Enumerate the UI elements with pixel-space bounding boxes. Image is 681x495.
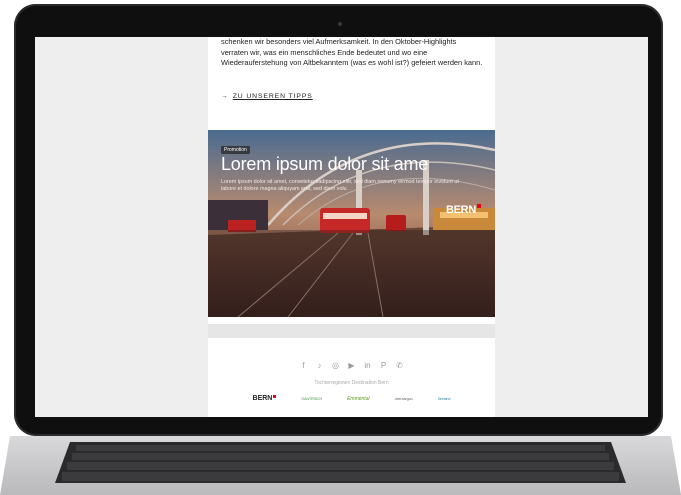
tips-link-label[interactable]: ZU UNSEREN TIPPS [233, 93, 313, 100]
partner-oberaargau-logo[interactable]: oberaargau [395, 397, 413, 401]
instagram-icon[interactable]: ◎ [332, 361, 340, 370]
whatsapp-icon[interactable]: ✆ [396, 361, 404, 370]
laptop-keyboard [0, 436, 681, 495]
newsletter-email: schenken wir besonders viel Aufmerksamke… [208, 37, 495, 417]
laptop-screen: schenken wir besonders viel Aufmerksamke… [35, 37, 648, 417]
pinterest-icon[interactable]: P [380, 361, 388, 370]
footer-note: Tochterregionen Destination Bern [314, 380, 389, 386]
partner-logos: BERN GANTRISCH Emmental oberaargau Seela… [208, 395, 495, 402]
partner-seeland-logo[interactable]: Seeland [438, 397, 451, 401]
arrow-right-icon: → [221, 93, 229, 100]
partner-gantrisch-logo[interactable]: GANTRISCH [301, 397, 322, 401]
tiktok-icon[interactable]: ♪ [316, 361, 324, 370]
social-icons: f ♪ ◎ ▶ in P ✆ [208, 361, 495, 370]
laptop-lid: schenken wir besonders viel Aufmerksamke… [14, 4, 663, 436]
youtube-icon[interactable]: ▶ [348, 361, 356, 370]
intro-paragraph: schenken wir besonders viel Aufmerksamke… [221, 37, 483, 68]
promo-body: Lorem ipsum dolor sit amet, consetetur s… [221, 179, 459, 193]
partner-emmental-logo[interactable]: Emmental [347, 396, 370, 401]
bern-logo: BERN [446, 204, 481, 216]
facebook-icon[interactable]: f [300, 361, 308, 370]
tips-link[interactable]: → ZU UNSEREN TIPPS [221, 93, 313, 100]
divider-band [208, 324, 495, 338]
partner-bern-logo[interactable]: BERN [253, 395, 277, 402]
bern-flag-icon [476, 204, 481, 208]
promotion-badge: Promotion [221, 146, 250, 154]
webcam-icon [338, 22, 342, 26]
promo-title: Lorem ipsum dolor sit ame [221, 154, 429, 174]
linkedin-icon[interactable]: in [364, 361, 372, 370]
